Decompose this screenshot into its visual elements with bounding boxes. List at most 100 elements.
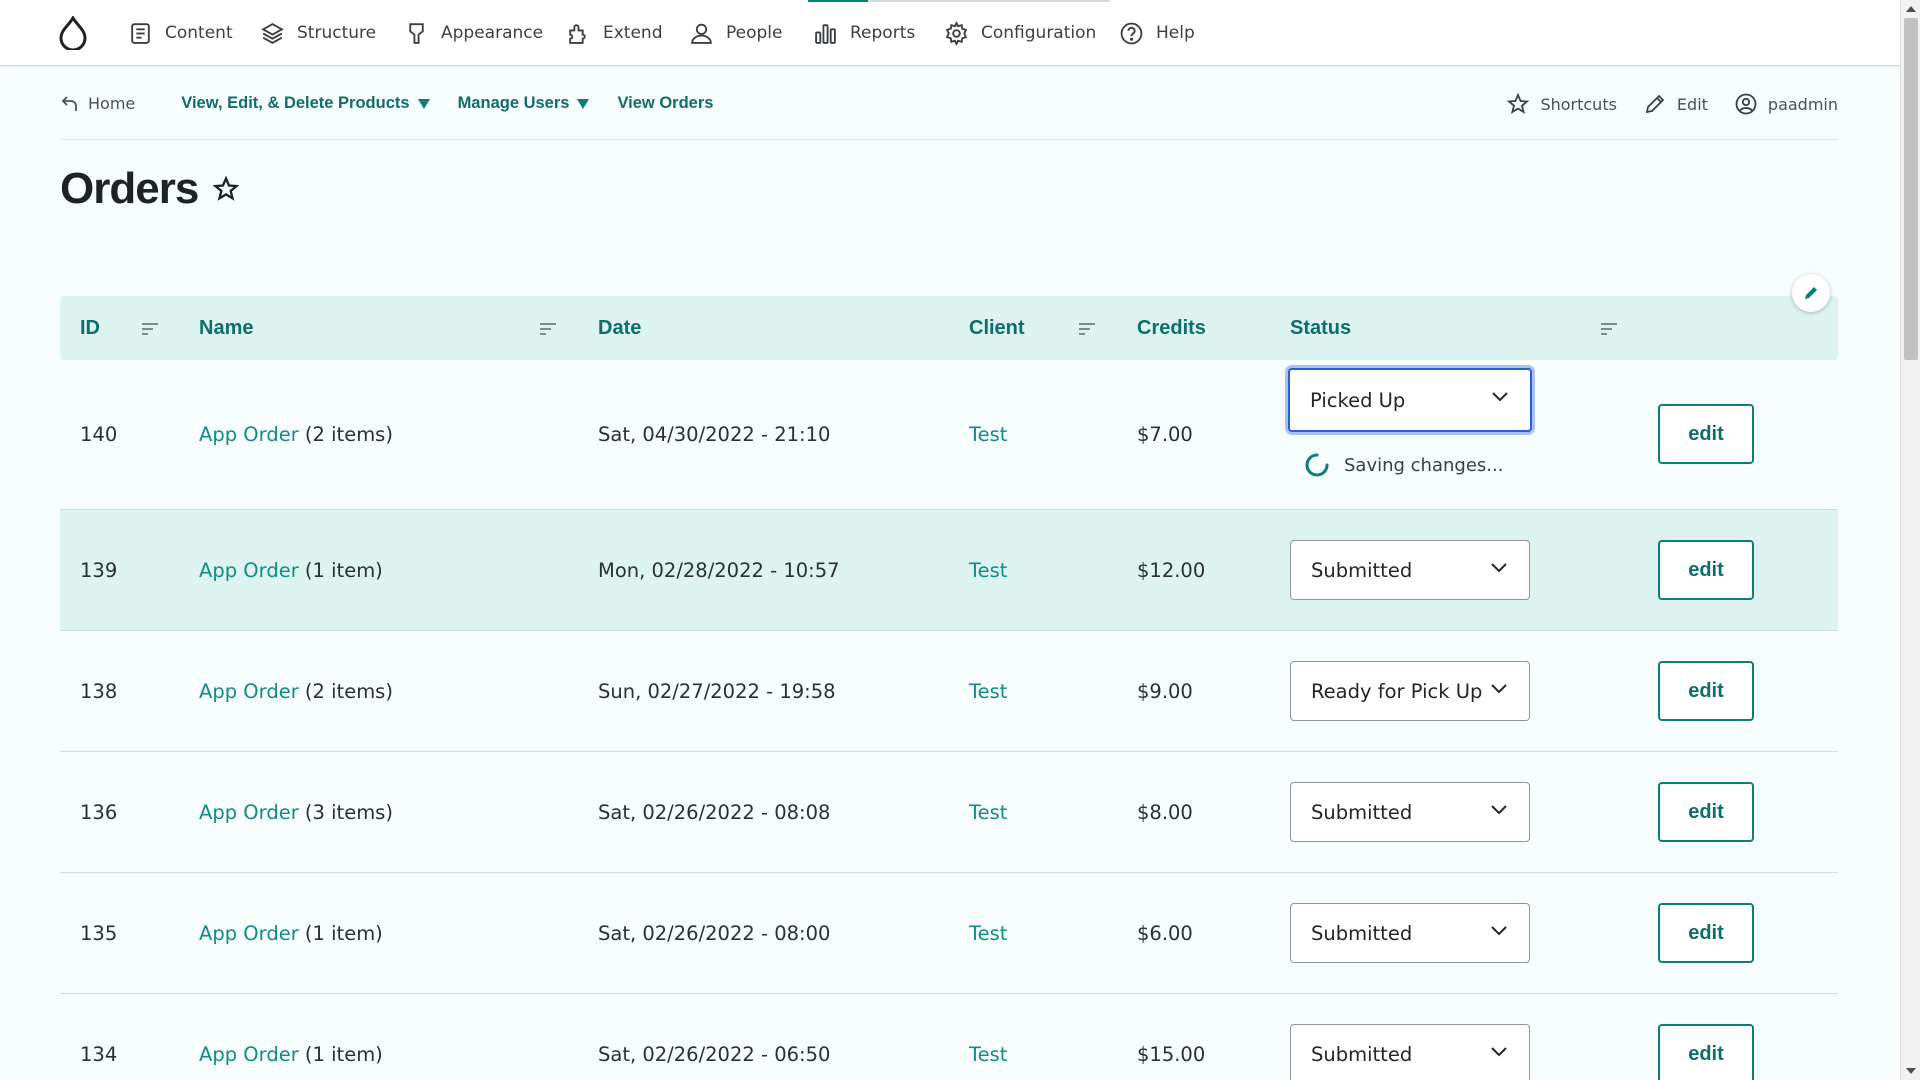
appearance-icon [404, 21, 429, 46]
toolbar-item-label: Content [165, 23, 233, 43]
drupal-logo-icon[interactable] [55, 14, 91, 52]
order-link[interactable]: App Order [199, 922, 299, 945]
client-link[interactable]: Test [969, 360, 1007, 509]
toolbar-item-people[interactable]: People [689, 0, 782, 66]
status-select[interactable]: Submitted [1290, 540, 1530, 600]
view-orders-link[interactable]: View Orders [617, 94, 713, 113]
edit-order-button[interactable]: edit [1658, 404, 1754, 464]
column-header-client[interactable]: Client [969, 296, 1025, 360]
status-select[interactable]: Ready for Pick Up [1290, 661, 1530, 721]
client-link[interactable]: Test [969, 510, 1007, 630]
order-date: Sat, 04/30/2022 - 21:10 [598, 423, 831, 446]
structure-icon [260, 21, 285, 46]
scroll-up-arrow-icon[interactable] [1906, 6, 1916, 12]
table-row: 140 App Order (2 items) Sat, 04/30/2022 … [60, 360, 1838, 510]
order-items-count: (1 item) [298, 1042, 383, 1066]
favorite-star-icon[interactable] [212, 175, 240, 203]
toolbar-item-label: Configuration [981, 23, 1097, 43]
edit-view-button[interactable] [1792, 274, 1830, 312]
content-icon [128, 21, 153, 46]
status-select-value: Submitted [1311, 558, 1413, 582]
order-items-count: (3 items) [298, 800, 393, 824]
order-id: 134 [80, 1042, 118, 1066]
order-date: Sun, 02/27/2022 - 19:58 [598, 679, 836, 703]
table-row: 139 App Order (1 item) Mon, 02/28/2022 -… [60, 510, 1838, 631]
client-link[interactable]: Test [969, 994, 1007, 1080]
order-id: 140 [80, 423, 118, 446]
status-select[interactable]: Submitted [1290, 903, 1530, 963]
toolbar-item-configuration[interactable]: Configuration [944, 0, 1096, 66]
column-header-credits[interactable]: Credits [1137, 296, 1206, 360]
order-name: App Order (3 items) [199, 752, 393, 872]
toolbar-item-extend[interactable]: Extend [566, 0, 663, 66]
scroll-down-arrow-icon[interactable] [1906, 1068, 1916, 1074]
toolbar-item-reports[interactable]: Reports [813, 0, 915, 66]
status-select[interactable]: Picked Up [1288, 368, 1532, 432]
status-select[interactable]: Submitted [1290, 782, 1530, 842]
column-header-date[interactable]: Date [598, 296, 641, 360]
user-menu[interactable]: paadmin [1734, 92, 1838, 116]
home-link[interactable]: Home [60, 94, 135, 114]
scrollbar-thumb[interactable] [1904, 18, 1918, 360]
order-credits: $6.00 [1137, 921, 1193, 945]
client-link[interactable]: Test [969, 752, 1007, 872]
sort-icon[interactable] [1079, 322, 1095, 336]
pencil-icon [1803, 285, 1819, 301]
page-title: Orders [60, 164, 199, 213]
order-link[interactable]: App Order [199, 801, 299, 824]
edit-order-button[interactable]: edit [1658, 782, 1754, 842]
column-header-name[interactable]: Name [199, 296, 253, 360]
order-link[interactable]: App Order [199, 559, 299, 582]
manage-users-menu-link[interactable]: Manage Users [458, 94, 590, 113]
sort-icon[interactable] [540, 322, 556, 336]
toolbar-item-structure[interactable]: Structure [260, 0, 376, 66]
saving-indicator: Saving changes... [1304, 452, 1503, 478]
order-credits: $15.00 [1137, 1042, 1206, 1066]
chevron-down-icon [1491, 684, 1507, 694]
order-credits: $12.00 [1137, 558, 1206, 582]
order-link[interactable]: App Order [199, 1043, 299, 1066]
page-scrollbar[interactable] [1900, 0, 1920, 1080]
order-link[interactable]: App Order [199, 423, 299, 446]
chevron-down-icon [1491, 1047, 1507, 1057]
toolbar-item-label: Appearance [441, 23, 544, 43]
toolbar-item-content[interactable]: Content [128, 0, 233, 66]
order-credits: $7.00 [1137, 423, 1193, 446]
client-link[interactable]: Test [969, 873, 1007, 993]
back-arrow-icon [60, 94, 80, 114]
column-header-status[interactable]: Status [1290, 296, 1351, 360]
order-date: Sat, 02/26/2022 - 08:08 [598, 800, 831, 824]
sort-icon[interactable] [142, 322, 158, 336]
toolbar-item-label: People [726, 23, 783, 43]
edit-order-button[interactable]: edit [1658, 903, 1754, 963]
status-select-value: Ready for Pick Up [1311, 679, 1483, 703]
caret-down-icon [577, 98, 590, 109]
toolbar-item-help[interactable]: Help [1119, 0, 1195, 66]
secondary-toolbar: Home View, Edit, & Delete Products Manag… [60, 68, 1838, 140]
products-menu-link[interactable]: View, Edit, & Delete Products [181, 94, 430, 113]
status-select-value: Submitted [1311, 921, 1413, 945]
order-items-count: (2 items) [298, 679, 393, 703]
edit-order-button[interactable]: edit [1658, 540, 1754, 600]
status-select[interactable]: Submitted [1290, 1024, 1530, 1080]
order-date: Sat, 02/26/2022 - 06:50 [598, 1042, 831, 1066]
toolbar-item-appearance[interactable]: Appearance [404, 0, 543, 66]
edit-order-button[interactable]: edit [1658, 661, 1754, 721]
saving-text: Saving changes... [1344, 454, 1504, 476]
manage-users-label: Manage Users [457, 94, 570, 112]
order-link[interactable]: App Order [199, 680, 299, 703]
table-header: ID Name Date Client Credits Status [60, 274, 1838, 360]
order-items-count: (1 item) [298, 558, 383, 582]
edit-link[interactable]: Edit [1643, 92, 1708, 116]
toolbar-item-label: Structure [297, 23, 377, 43]
order-date: Mon, 02/28/2022 - 10:57 [598, 558, 840, 582]
column-header-id[interactable]: ID [80, 296, 100, 360]
order-name: App Order (2 items) [199, 631, 393, 751]
order-credits: $9.00 [1137, 679, 1193, 703]
edit-order-button[interactable]: edit [1658, 1024, 1754, 1080]
table-row: 136 App Order (3 items) Sat, 02/26/2022 … [60, 752, 1838, 873]
sort-icon[interactable] [1601, 322, 1617, 336]
shortcuts-link[interactable]: Shortcuts [1506, 92, 1617, 116]
client-link[interactable]: Test [969, 631, 1007, 751]
order-id: 135 [80, 921, 118, 945]
